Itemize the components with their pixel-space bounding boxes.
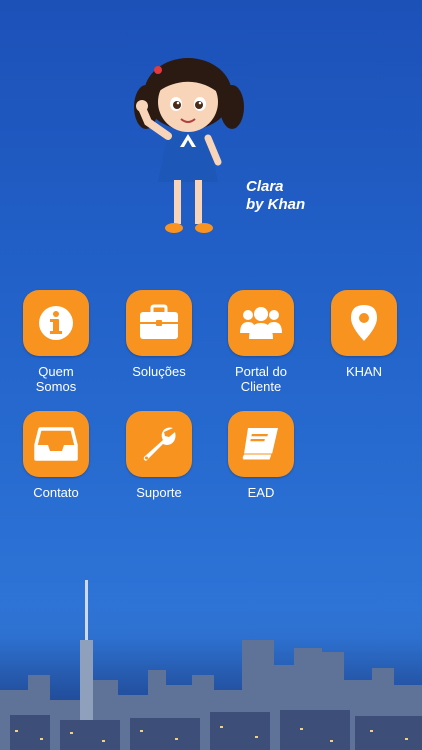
ead-button[interactable]: [228, 411, 294, 477]
briefcase-icon: [140, 304, 178, 339]
menu-item-portal-cliente[interactable]: Portal do Cliente: [211, 290, 311, 394]
map-pin-icon: [351, 305, 377, 341]
menu-item-contato[interactable]: Contato: [6, 411, 106, 500]
mascot-illustration: [134, 58, 244, 233]
menu-label: Portal do Cliente: [234, 364, 288, 394]
mascot-caption: Clara by Khan: [246, 178, 305, 214]
menu-label: Contato: [33, 485, 79, 500]
khan-button[interactable]: [331, 290, 397, 356]
menu-item-solucoes[interactable]: Soluções: [109, 290, 209, 379]
menu-item-suporte[interactable]: Suporte: [109, 411, 209, 500]
menu-label: Soluções: [132, 364, 186, 379]
menu-label: KHAN: [345, 364, 383, 379]
wrench-icon: [143, 427, 176, 461]
menu-label: Suporte: [136, 485, 182, 500]
portal-cliente-button[interactable]: [228, 290, 294, 356]
suporte-button[interactable]: [126, 411, 192, 477]
contato-button[interactable]: [23, 411, 89, 477]
menu-item-ead[interactable]: EAD: [211, 411, 311, 500]
quem-somos-button[interactable]: [23, 290, 89, 356]
caption-line-2: by Khan: [246, 196, 306, 213]
city-skyline-image: [0, 580, 422, 750]
menu-item-khan[interactable]: KHAN: [314, 290, 414, 379]
menu-item-quem-somos[interactable]: Quem Somos: [6, 290, 106, 394]
inbox-icon: [34, 427, 78, 461]
menu-label: EAD: [247, 485, 275, 500]
users-icon: [240, 307, 282, 339]
caption-line-1: Clara: [246, 178, 284, 195]
info-icon: [39, 306, 73, 340]
solucoes-button[interactable]: [126, 290, 192, 356]
book-icon: [241, 428, 278, 461]
menu-label: Quem Somos: [35, 364, 77, 394]
